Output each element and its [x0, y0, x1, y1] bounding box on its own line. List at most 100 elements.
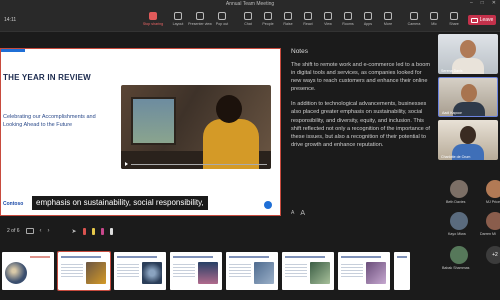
increase-font-button[interactable]: A — [300, 210, 305, 217]
layout-label: Layout — [172, 22, 184, 26]
participant-name: MJ Price — [486, 200, 500, 204]
more-participants-badge[interactable]: +2 — [486, 246, 500, 264]
stop-sharing-button[interactable]: Stop sharing — [143, 10, 163, 30]
participant-name: Kayo Miwa — [448, 232, 466, 236]
laser-pointer-icon[interactable]: ➤ — [72, 228, 77, 235]
pink-pen-icon[interactable] — [100, 227, 104, 235]
participant-face — [460, 126, 476, 144]
mic-label: Mic — [431, 22, 437, 26]
participants-pane: Serena Davis Aadi Kapoor Charlotte de Cr… — [436, 34, 500, 300]
people-button[interactable]: People — [258, 10, 278, 30]
layout-button[interactable]: Layout — [168, 10, 188, 30]
thumb-image — [310, 262, 330, 284]
people-label: People — [262, 22, 274, 26]
slide-video[interactable] — [121, 85, 271, 169]
participant-name: Charlotte de Crum — [441, 155, 471, 159]
raise-label: Raise — [283, 22, 293, 26]
slide-counter: 2 of 6 — [7, 228, 20, 234]
slide-thumbnail[interactable] — [2, 252, 54, 290]
participant-video-tile[interactable]: Aadi Kapoor — [438, 77, 498, 117]
react-button[interactable]: React — [298, 10, 318, 30]
apps-button[interactable]: Apps — [358, 10, 378, 30]
meeting-toolbar: 14:11 Stop sharing Layout Presenter view… — [0, 8, 500, 32]
mic-button[interactable]: Mic — [424, 10, 444, 30]
video-progress-track[interactable] — [131, 163, 267, 165]
next-slide-button[interactable]: › — [48, 228, 50, 234]
participant-video-tile[interactable]: Serena Davis — [438, 34, 498, 74]
slide-badge-icon — [264, 201, 272, 209]
avatar[interactable] — [450, 246, 468, 264]
participant-video-tile[interactable]: Charlotte de Crum — [438, 120, 498, 160]
share-button[interactable]: Share — [444, 10, 464, 30]
close-icon[interactable]: ✕ — [492, 0, 496, 6]
highlighter-icon[interactable] — [91, 227, 95, 235]
slide-accent-bar — [1, 49, 25, 52]
mic-icon — [430, 12, 438, 20]
camera-label: Camera — [407, 22, 421, 26]
avatar[interactable] — [450, 180, 468, 198]
thumb-image — [254, 262, 274, 284]
thumb-text — [285, 264, 307, 278]
more-button[interactable]: More — [378, 10, 398, 30]
notes-body: The shift to remote work and e-commerce … — [291, 61, 431, 149]
presenter-view-label: Presenter view — [188, 22, 212, 26]
prev-slide-button[interactable]: ‹ — [40, 228, 42, 234]
pop-out-icon — [218, 12, 226, 20]
thumb-title — [30, 256, 50, 258]
view-icon — [324, 12, 332, 20]
thumb-text — [341, 264, 363, 278]
eraser-icon[interactable] — [109, 227, 113, 235]
apps-label: Apps — [363, 22, 373, 26]
live-caption: emphasis on sustainability, social respo… — [32, 196, 208, 210]
slide-thumbnail[interactable] — [282, 252, 334, 290]
photo-window — [131, 97, 176, 145]
shared-slide: THE YEAR IN REVIEW Celebrating our Accom… — [0, 48, 281, 216]
thumb-text — [117, 264, 139, 278]
chat-button[interactable]: Chat — [238, 10, 258, 30]
more-label: More — [383, 22, 393, 26]
camera-icon — [410, 12, 418, 20]
maximize-icon[interactable]: □ — [481, 0, 484, 6]
avatar[interactable] — [486, 212, 500, 230]
people-icon — [264, 12, 272, 20]
thumb-title — [173, 256, 213, 258]
camera-button[interactable]: Camera — [404, 10, 424, 30]
slide-thumbnail[interactable] — [114, 252, 166, 290]
contoso-logo: Contoso — [3, 201, 24, 207]
minimize-icon[interactable]: – — [470, 0, 473, 6]
title-bar: Annual Team Meeting – □ ✕ — [0, 0, 500, 8]
pop-out-label: Pop out — [215, 22, 229, 26]
slide-thumbnail[interactable] — [394, 252, 410, 290]
participant-name: Babak Shammas — [442, 266, 470, 270]
view-button[interactable]: View — [318, 10, 338, 30]
avatar[interactable] — [486, 180, 500, 198]
participant-name: Serena Davis — [441, 69, 463, 73]
notes-paragraph: In addition to technological advancement… — [291, 101, 430, 148]
more-icon — [384, 12, 392, 20]
grid-view-icon[interactable] — [25, 228, 34, 234]
stop-sharing-label: Stop sharing — [142, 22, 164, 26]
slide-navigation: 2 of 6 ‹ › ➤ — [0, 224, 434, 238]
thumb-image — [142, 262, 162, 284]
rooms-button[interactable]: Rooms — [338, 10, 358, 30]
video-controls[interactable] — [125, 161, 267, 167]
slide-thumbnail[interactable] — [226, 252, 278, 290]
slide-thumbnail[interactable] — [338, 252, 390, 290]
play-icon[interactable] — [125, 162, 128, 166]
slide-thumbnail[interactable] — [170, 252, 222, 290]
view-label: View — [324, 22, 332, 26]
red-pen-icon[interactable] — [82, 227, 86, 235]
pop-out-button[interactable]: Pop out — [212, 10, 232, 30]
thumb-title — [341, 256, 381, 258]
decrease-font-button[interactable]: A — [291, 210, 294, 217]
avatar[interactable] — [450, 212, 468, 230]
raise-hand-button[interactable]: Raise — [278, 10, 298, 30]
chat-label: Chat — [244, 22, 252, 26]
leave-button[interactable]: Leave — [468, 15, 496, 25]
presenter-view-button[interactable]: Presenter view — [188, 10, 212, 30]
thumb-image — [86, 262, 106, 284]
presenter-view-icon — [196, 12, 204, 20]
thumb-text — [173, 264, 195, 278]
slide-thumbnail[interactable] — [57, 251, 111, 291]
teams-window: Annual Team Meeting – □ ✕ 14:11 Stop sha… — [0, 0, 500, 300]
